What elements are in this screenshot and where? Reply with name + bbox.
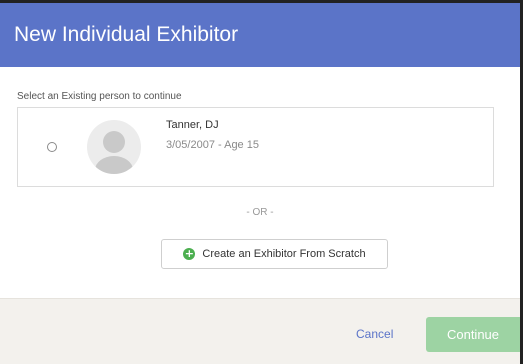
select-person-prompt: Select an Existing person to continue	[17, 91, 182, 102]
person-radio[interactable]	[47, 142, 57, 152]
person-name: Tanner, DJ	[166, 119, 219, 131]
continue-button[interactable]: Continue	[426, 317, 520, 352]
continue-label: Continue	[446, 327, 500, 342]
person-birthdate-age: 3/05/2007 - Age 15	[166, 139, 259, 151]
dialog-title: New Individual Exhibitor	[14, 23, 239, 46]
create-from-scratch-label: Create an Exhibitor From Scratch	[202, 248, 366, 260]
plus-circle-icon: +	[183, 247, 196, 260]
dialog-footer: Cancel Continue	[0, 298, 520, 364]
create-from-scratch-button[interactable]: + Create an Exhibitor From Scratch	[161, 239, 388, 269]
new-exhibitor-dialog: New Individual Exhibitor Select an Exist…	[0, 0, 523, 364]
dialog-header: New Individual Exhibitor	[0, 3, 520, 67]
dialog-body: Select an Existing person to continue Ta…	[0, 67, 520, 298]
or-divider: - OR -	[246, 207, 274, 218]
person-silhouette-icon	[95, 131, 133, 174]
avatar	[87, 120, 141, 174]
cancel-button[interactable]: Cancel	[356, 327, 393, 341]
person-option-card[interactable]: Tanner, DJ 3/05/2007 - Age 15	[17, 107, 494, 187]
